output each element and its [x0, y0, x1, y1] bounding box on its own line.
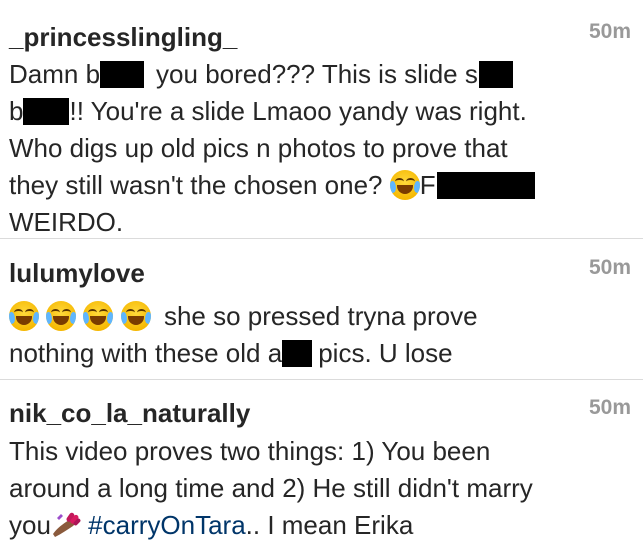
- comment-item: nik_co_la_naturally 50m This video prove…: [0, 381, 643, 556]
- comment-username[interactable]: lulumylove: [9, 258, 145, 289]
- face-with-tears-of-joy-icon: [120, 301, 151, 331]
- comment-text-segment: This video proves two things: 1) You bee…: [9, 436, 491, 466]
- face-with-tears-of-joy-icon: [389, 170, 420, 200]
- comment-text-segment: .. I mean Erika: [245, 510, 414, 540]
- comment-text-segment: you bored??? This is slide s: [156, 59, 478, 89]
- comment-text-segment: she so pressed tryna prove: [163, 301, 478, 331]
- censor-bar: [478, 61, 513, 88]
- comment-text-segment: you: [9, 510, 51, 540]
- comment-text-segment: Damn b: [9, 59, 101, 89]
- comment-text-segment: F: [419, 170, 436, 200]
- comment-text-segment: !! You're a slide Lmaoo yandy was right.: [69, 96, 527, 126]
- comment-item: _princesslingling_ 50m Damn b you bored??…: [0, 0, 643, 239]
- comment-text-segment: pics. U lose: [318, 338, 453, 368]
- censor-bar: [282, 340, 313, 367]
- nail-polish-icon: [51, 510, 81, 538]
- comment-timestamp: 50m: [588, 256, 631, 279]
- comment-text-segment: b: [9, 96, 24, 126]
- comment-item: lulumylove 50m she so pressed tryna prov…: [0, 240, 643, 380]
- hashtag-link[interactable]: #carryOnTara: [88, 510, 246, 540]
- comment-text-segment: nothing with these old a: [9, 338, 283, 368]
- face-with-tears-of-joy-icon: [9, 301, 39, 331]
- comment-timestamp: 50m: [588, 396, 631, 419]
- censor-bar: [436, 172, 535, 199]
- face-with-tears-of-joy-icon: [46, 301, 77, 331]
- censor-bar: [100, 61, 145, 88]
- comment-timestamp: 50m: [588, 20, 631, 43]
- comment-text-segment: they still wasn't the chosen one?: [9, 170, 383, 200]
- censor-bar: [23, 98, 70, 125]
- comment-text: Damn b you bored??? This is slide s b !! Y…: [9, 56, 633, 241]
- comment-username[interactable]: _princesslingling_: [9, 22, 237, 53]
- face-with-tears-of-joy-icon: [83, 301, 114, 331]
- comment-text-segment: around a long time and 2) He still didn'…: [9, 473, 533, 503]
- comment-text-segment: WEIRDO.: [9, 207, 124, 237]
- comment-text: she so pressed tryna prove nothing with …: [9, 298, 633, 372]
- comment-text-segment: Who digs up old pics n photos to prove t…: [9, 133, 508, 163]
- comment-username[interactable]: nik_co_la_naturally: [9, 398, 250, 429]
- comment-text: This video proves two things: 1) You bee…: [9, 433, 633, 544]
